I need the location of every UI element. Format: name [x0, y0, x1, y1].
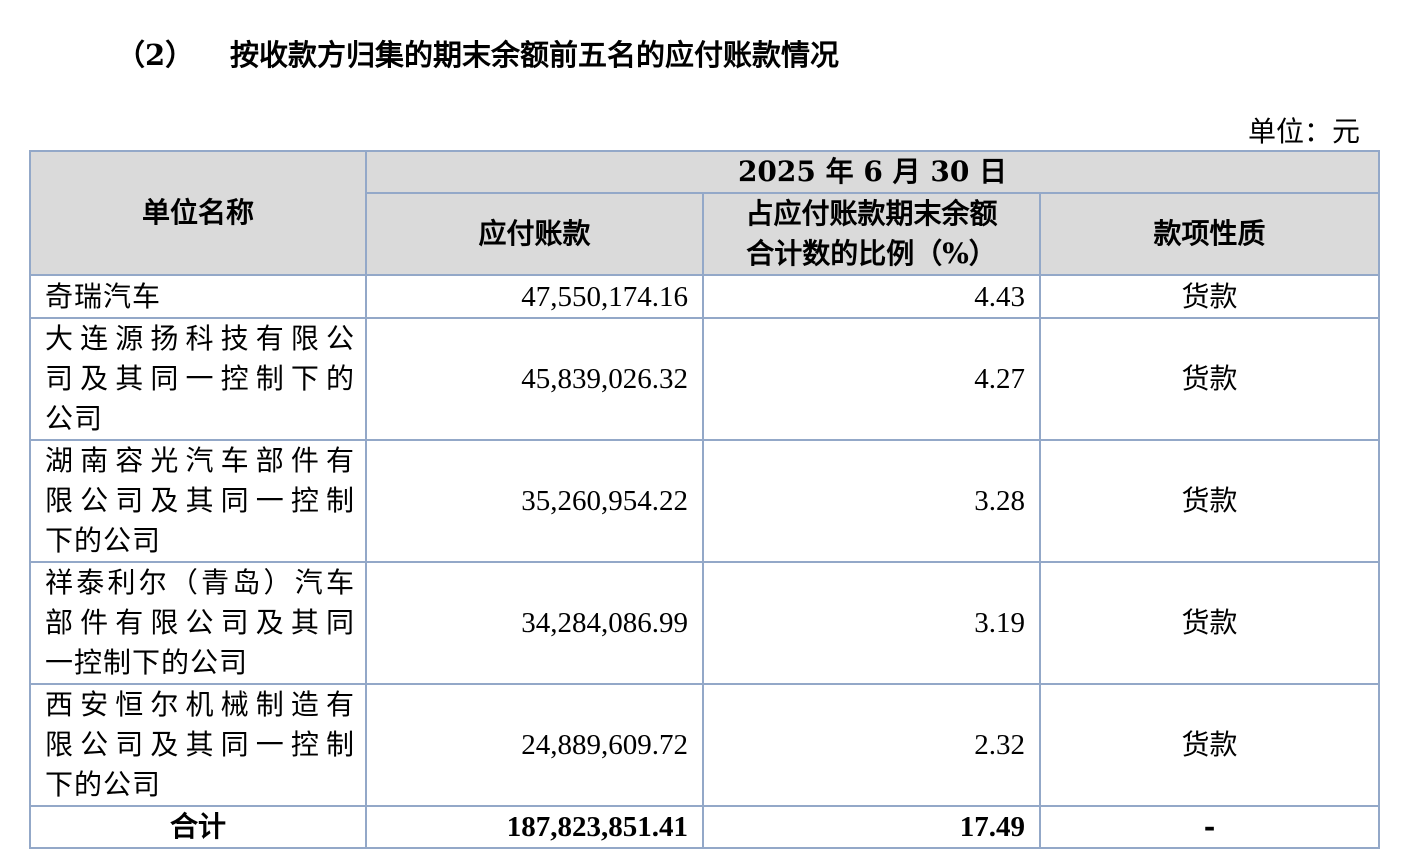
header-ratio-line1: 占应付账款期末余额: [745, 197, 998, 230]
header-nature: 款项性质: [1039, 192, 1380, 276]
payee-name: 西安恒尔机械制造有 限公司及其同一控制 下的公司: [29, 683, 367, 807]
payee-name-line: 祥泰利尔（青岛）汽车: [45, 566, 355, 599]
nature-cell: 货款: [1039, 317, 1380, 441]
amount-cell: 47,550,174.16: [365, 274, 704, 319]
ratio-cell: 3.28: [702, 439, 1041, 563]
amount-cell: 34,284,086.99: [365, 561, 704, 685]
ratio-cell: 2.32: [702, 683, 1041, 807]
header-amount: 应付账款: [365, 192, 704, 276]
nature-cell: 货款: [1039, 683, 1380, 807]
payee-name-line: 一控制下的公司: [45, 646, 249, 679]
total-label: 合计: [29, 805, 367, 849]
payee-name-line: 奇瑞汽车: [45, 279, 162, 313]
ratio-cell: 4.27: [702, 317, 1041, 441]
payee-name-line: 部件有限公司及其同: [45, 606, 355, 639]
total-amount: 187,823,851.41: [365, 805, 704, 849]
payee-name: 大连源扬科技有限公 司及其同一控制下的 公司: [29, 317, 367, 441]
section-number: （2）: [116, 38, 195, 72]
table-row: 西安恒尔机械制造有 限公司及其同一控制 下的公司 24,889,609.72 2…: [29, 683, 1380, 807]
nature-cell: 货款: [1039, 439, 1380, 563]
payee-name-line: 大连源扬科技有限公: [45, 322, 355, 355]
payee-name-line: 下的公司: [45, 768, 162, 801]
header-row-1: 单位名称 2025 年 6 月 30 日: [29, 150, 1380, 276]
payee-name: 湖南容光汽车部件有 限公司及其同一控制 下的公司: [29, 439, 367, 563]
section-heading: （2） 按收款方归集的期末余额前五名的应付账款情况: [116, 30, 839, 76]
amount-cell: 35,260,954.22: [365, 439, 704, 563]
total-row: 合计 187,823,851.41 17.49 -: [29, 805, 1380, 849]
payee-name-line: 公司: [45, 402, 104, 435]
section-title: 按收款方归集的期末余额前五名的应付账款情况: [230, 38, 840, 72]
table-row: 祥泰利尔（青岛）汽车 部件有限公司及其同 一控制下的公司 34,284,086.…: [29, 561, 1380, 685]
payee-name-line: 下的公司: [45, 524, 162, 557]
unit-note: 单位：元: [1247, 115, 1360, 148]
table-row: 奇瑞汽车 47,550,174.16 4.43 货款: [29, 274, 1380, 319]
payee-name-line: 湖南容光汽车部件有: [45, 444, 355, 477]
header-ratio: 占应付账款期末余额 合计数的比例（%）: [702, 192, 1041, 276]
payee-name-line: 司及其同一控制下的: [45, 362, 355, 395]
ratio-cell: 3.19: [702, 561, 1041, 685]
header-ratio-line2: 合计数的比例（%）: [746, 237, 997, 270]
payee-name-line: 西安恒尔机械制造有: [45, 688, 355, 721]
payee-name-line: 限公司及其同一控制: [45, 484, 355, 517]
payee-name-line: 限公司及其同一控制: [45, 728, 355, 761]
payee-name: 奇瑞汽车: [29, 274, 367, 319]
nature-cell: 货款: [1039, 274, 1380, 319]
nature-cell: 货款: [1039, 561, 1380, 685]
total-nature: -: [1039, 805, 1380, 849]
amount-cell: 24,889,609.72: [365, 683, 704, 807]
header-period: 2025 年 6 月 30 日: [365, 150, 1380, 194]
amount-cell: 45,839,026.32: [365, 317, 704, 441]
total-ratio: 17.49: [702, 805, 1041, 849]
table-row: 大连源扬科技有限公 司及其同一控制下的 公司 45,839,026.32 4.2…: [29, 317, 1380, 441]
payee-name: 祥泰利尔（青岛）汽车 部件有限公司及其同 一控制下的公司: [29, 561, 367, 685]
header-name: 单位名称: [29, 150, 367, 276]
ratio-cell: 4.43: [702, 274, 1041, 319]
table-row: 湖南容光汽车部件有 限公司及其同一控制 下的公司 35,260,954.22 3…: [29, 439, 1380, 563]
payables-table: 单位名称 2025 年 6 月 30 日 应付账款 占应付账款期末余额 合计数的…: [29, 150, 1380, 849]
